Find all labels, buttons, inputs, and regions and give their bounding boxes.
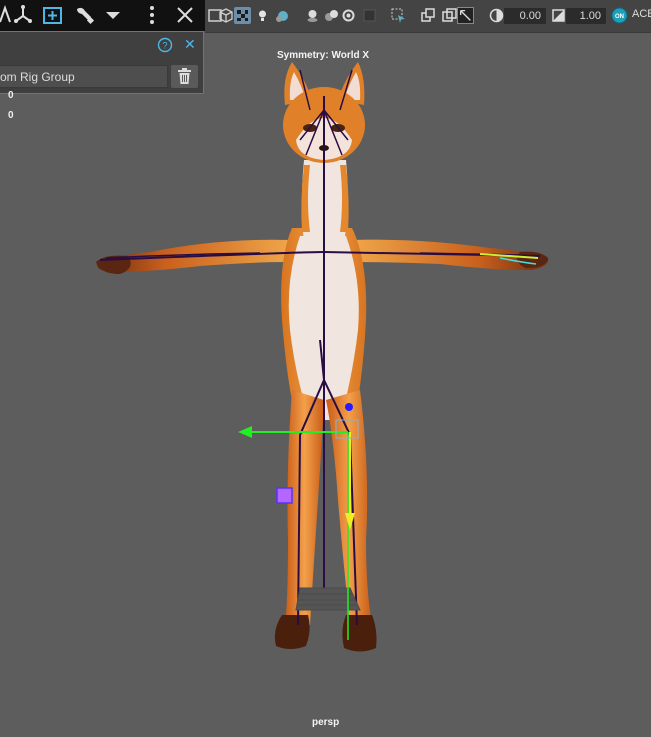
svg-text:?: ? [162,41,167,51]
skeleton[interactable] [99,69,541,626]
symmetry-label: Symmetry: World X [277,50,370,61]
viewport-scene[interactable] [0,0,651,737]
left-leg [285,390,324,625]
more-options-icon[interactable] [141,4,163,26]
select-camera-icon[interactable] [390,7,407,24]
help-icon[interactable]: ? [157,37,173,53]
rig-group-item[interactable]: om Rig Group [0,65,168,88]
character-model[interactable] [96,62,549,652]
svg-text:ON: ON [615,14,624,20]
hud-value-2: 0 [8,110,14,121]
move-manipulator[interactable] [238,403,359,640]
layers-icon[interactable] [420,7,437,24]
gamma-field[interactable]: 1.00 [566,8,606,24]
rig-group-panel: ? ✕ om Rig Group [0,31,204,94]
exposure-icon[interactable] [488,7,505,24]
gamma-icon[interactable] [550,7,567,24]
right-arm [352,239,549,270]
color-space-label[interactable]: ACE [632,8,651,20]
isolate-icon[interactable] [457,7,474,24]
right-leg [326,390,372,625]
paint-brush-icon[interactable] [74,4,96,26]
panel-close-icon[interactable]: ✕ [184,36,196,53]
sphere-icon[interactable] [304,7,321,24]
light-icon[interactable] [254,7,271,24]
tool-shelf [0,0,205,31]
torso [281,228,367,400]
transform-axes-icon[interactable] [12,4,34,26]
exposure-field[interactable]: 0.00 [504,8,546,24]
right-ear [338,62,365,105]
trash-icon [178,68,191,84]
cube-icon[interactable] [217,7,234,24]
neck [302,160,348,244]
left-ear [284,62,312,105]
box-icon[interactable] [441,7,458,24]
color-management-icon[interactable]: ON [611,7,628,24]
dropdown-arrow-icon[interactable] [102,4,124,26]
right-foot [342,615,377,652]
shading-icon[interactable] [274,7,291,24]
left-arm [97,239,290,272]
sphere-group-icon[interactable] [323,7,340,24]
add-group-icon[interactable] [42,4,64,26]
left-foot [274,615,310,649]
panel-header: ? ✕ [0,32,203,58]
viewport-toolbar: 0.00 1.00 ON ACE [205,0,651,33]
ground-grid [295,587,361,611]
hud-value-1: 0 [8,90,14,101]
camera-gate-icon[interactable] [361,7,378,24]
head [283,87,365,163]
camera-label: persp [312,717,340,728]
close-icon[interactable] [174,4,196,26]
torso-belly [288,236,359,420]
checker-icon[interactable] [234,7,251,24]
refresh-icon[interactable] [340,7,357,24]
delete-button[interactable] [171,65,198,88]
panel-arrow-icon[interactable] [0,40,4,50]
